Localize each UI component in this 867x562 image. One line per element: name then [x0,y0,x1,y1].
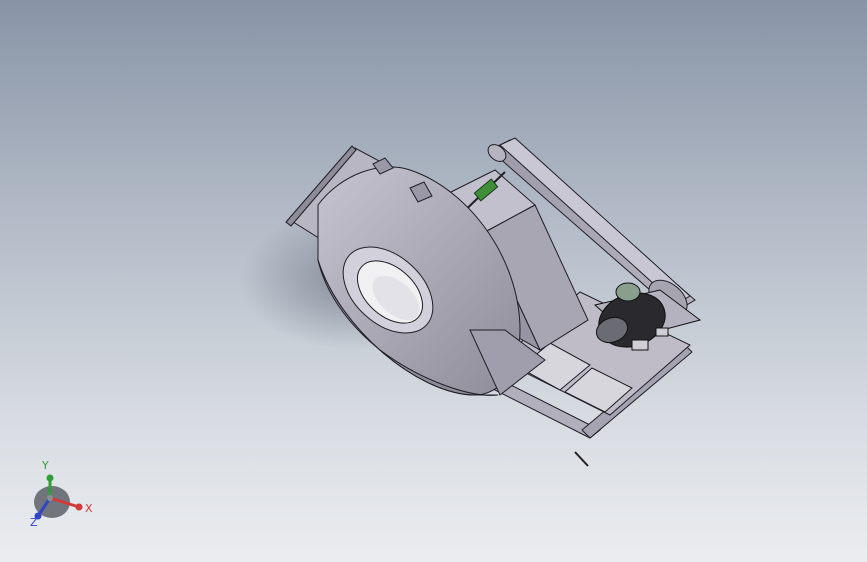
triad-z-label: Z [30,516,38,529]
triad-y-label: Y [42,459,49,472]
motor-foot [655,327,669,337]
graphics-viewport[interactable]: Y X Z [0,0,867,562]
motor-terminal-box [631,339,649,351]
motor-pulley [615,282,641,302]
triad-origin [47,495,53,501]
triad-y-tip [46,474,54,482]
base-foot [574,451,589,467]
coordinate-triad: Y X Z [22,456,102,536]
triad-x-tip [75,503,83,511]
triad-x-label: X [85,502,93,515]
fan-model[interactable] [0,0,867,562]
